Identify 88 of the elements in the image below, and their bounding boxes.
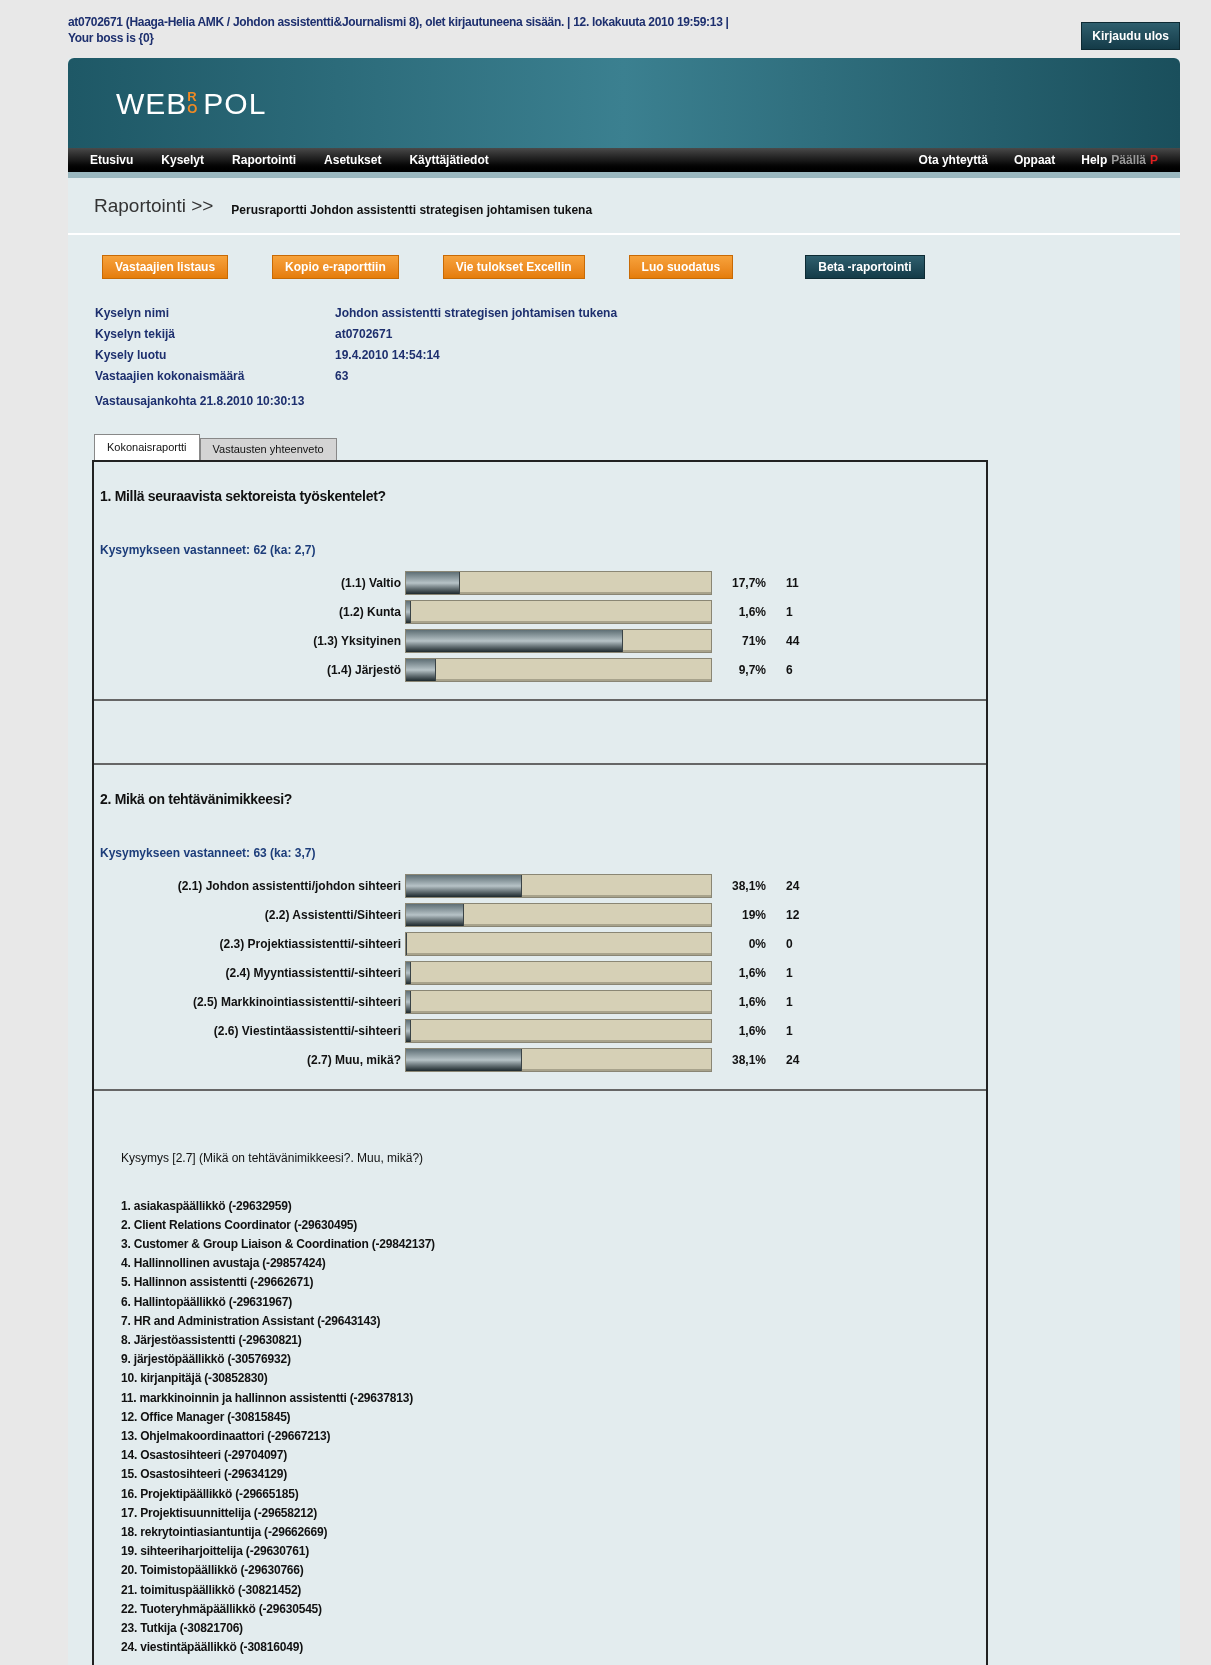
boss-text: Your boss is {0} (68, 30, 155, 46)
action-button[interactable]: Beta -raportointi (805, 254, 925, 279)
percent-text: 1,6% (737, 1023, 767, 1040)
response-time-text: Vastausajankohta 21.8.2010 10:30:13 (95, 392, 306, 410)
count-text: 12 (785, 907, 801, 924)
count-text: 1 (785, 604, 794, 621)
open-answer: 11. markkinoinnin ja hallinnon assistentti (-29637813) (121, 1389, 414, 1407)
percent-text: 0% (747, 936, 767, 953)
answered-count: Kysymykseen vastanneet: 62 (ka: 2,7) (100, 541, 317, 559)
count-text: 1 (785, 965, 794, 982)
info-label: Kyselyn nimi (95, 304, 171, 322)
answered-count: Kysymykseen vastanneet: 63 (ka: 3,7) (100, 844, 317, 862)
count-text: 44 (785, 633, 801, 650)
percent-text: 71% (740, 633, 767, 650)
report-title: Perusraportti Johdon assistentti strategisen johtamisen tukena (231, 201, 593, 219)
option-label: (1.2) Kunta (338, 604, 402, 621)
nav-link[interactable]: Etusivu (90, 151, 134, 169)
question-title: 1. Millä seuraavista sektoreista työskentelet? (100, 486, 387, 506)
open-answer: 18. rekrytointiasiantuntija (-29662669) (121, 1523, 329, 1541)
info-value: 19.4.2010 14:54:14 (335, 346, 440, 364)
percent-text: 17,7% (730, 575, 767, 592)
open-answer: 21. toimituspäällikkö (-30821452) (121, 1581, 303, 1599)
open-answer: 15. Osastosihteeri (-29634129) (121, 1466, 289, 1484)
nav-link[interactable]: Asetukset (324, 151, 382, 169)
open-answer: 22. Tuoteryhmäpäällikkö (-29630545) (121, 1600, 323, 1618)
percent-text: 1,6% (737, 994, 767, 1011)
nav-link[interactable]: Raportointi (232, 151, 297, 169)
open-answer: 19. sihteeriharjoittelija (-29630761) (121, 1543, 311, 1561)
open-answer: 1. asiakaspäällikkö (-29632959) (121, 1197, 293, 1215)
open-answer: 23. Tutkija (-30821706) (121, 1619, 244, 1637)
open-answer: 5. Hallinnon assistentti (-29662671) (121, 1274, 315, 1292)
info-value: 63 (335, 367, 349, 385)
option-label: (1.4) Järjestö (325, 662, 402, 679)
open-answer: 8. Järjestöassistentti (-29630821) (121, 1331, 303, 1349)
option-label: (2.4) Myyntiassistentti/-sihteeri (224, 965, 402, 982)
open-answer: 16. Projektipäällikkö (-29665185) (121, 1485, 300, 1503)
open-answer: 24. viestintäpäällikkö (-30816049) (121, 1639, 304, 1657)
info-value: at0702671 (335, 325, 393, 343)
nav-link[interactable]: Ota yhteyttä (918, 151, 988, 169)
open-answer: 6. Hallintopäällikkö (-29631967) (121, 1293, 293, 1311)
option-label: (2.1) Johdon assistentti/johdon sihteeri (176, 878, 402, 895)
info-value: Johdon assistentti strategisen johtamisen tukena (335, 304, 618, 322)
open-answer: 13. Ohjelmakoordinaattori (-29667213) (121, 1427, 332, 1445)
percent-text: 9,7% (737, 662, 767, 679)
nav-link[interactable]: Kyselyt (161, 151, 205, 169)
tab[interactable]: Kokonaisraportti (94, 433, 200, 460)
info-label: Vastaajien kokonaismäärä (95, 367, 246, 385)
open-answers-heading: Kysymys [2.7] (Mikä on tehtävänimikkeesi?. Muu, mikä?) (121, 1149, 425, 1167)
count-text: 24 (785, 1052, 801, 1069)
nav-link[interactable]: Oppaat (1013, 151, 1056, 169)
nav-link[interactable]: Päällä (1111, 151, 1146, 169)
option-label: (1.3) Yksityinen (312, 633, 402, 650)
info-label: Kyselyn tekijä (95, 325, 177, 343)
count-text: 0 (785, 936, 794, 953)
question-title: 2. Mikä on tehtävänimikkeesi? (100, 789, 294, 809)
option-label: (2.5) Markkinointiassistentti/-sihteeri (191, 994, 402, 1011)
breadcrumb-section[interactable]: Raportointi >> (94, 192, 214, 221)
nav-link[interactable]: Käyttäjätiedot (409, 151, 489, 169)
percent-text: 1,6% (737, 965, 767, 982)
open-answer: 3. Customer & Group Liaison & Coordination (-29842137) (121, 1235, 436, 1253)
count-text: 11 (785, 575, 800, 592)
open-answer: 10. kirjanpitäjä (-30852830) (121, 1370, 269, 1388)
option-label: (2.7) Muu, mikä? (306, 1052, 402, 1069)
option-label: (2.6) Viestintäassistentti/-sihteeri (212, 1023, 402, 1040)
open-answer: 9. järjestöpäällikkö (-30576932) (121, 1351, 292, 1369)
count-text: 6 (785, 662, 794, 679)
open-answer: 7. HR and Administration Assistant (-29643143) (121, 1312, 382, 1330)
percent-text: 19% (740, 907, 767, 924)
open-answer: 17. Projektisuunnittelija (-29658212) (121, 1504, 318, 1522)
info-label: Kysely luotu (95, 346, 168, 364)
logout-button[interactable]: Kirjaudu ulos (1081, 22, 1180, 50)
count-text: 1 (785, 1023, 794, 1040)
count-text: 1 (785, 994, 794, 1011)
option-label: (2.3) Projektiassistentti/-sihteeri (218, 936, 402, 953)
option-label: (2.2) Assistentti/Sihteeri (263, 907, 402, 924)
count-text: 24 (785, 878, 801, 895)
percent-text: 38,1% (730, 1052, 767, 1069)
option-label: (1.1) Valtio (339, 575, 402, 592)
open-answer: 14. Osastosihteeri (-29704097) (121, 1447, 289, 1465)
login-status-text: at0702671 (Haaga-Helia AMK / Johdon assistentti&Journalismi 8), olet kirjautuneena sisään. | 12. lokakuuta 2010 19:59:13 | (68, 14, 729, 30)
open-answer: 2. Client Relations Coordinator (-29630495) (121, 1216, 359, 1234)
tab[interactable]: Vastausten yhteenveto (199, 437, 337, 460)
open-answer: 20. Toimistopäällikkö (-29630766) (121, 1562, 305, 1580)
percent-text: 1,6% (737, 604, 767, 621)
open-answer: 12. Office Manager (-30815845) (121, 1408, 292, 1426)
nav-link[interactable]: Help (1081, 151, 1108, 169)
percent-text: 38,1% (730, 878, 767, 895)
open-answer: 4. Hallinnollinen avustaja (-29857424) (121, 1255, 327, 1273)
